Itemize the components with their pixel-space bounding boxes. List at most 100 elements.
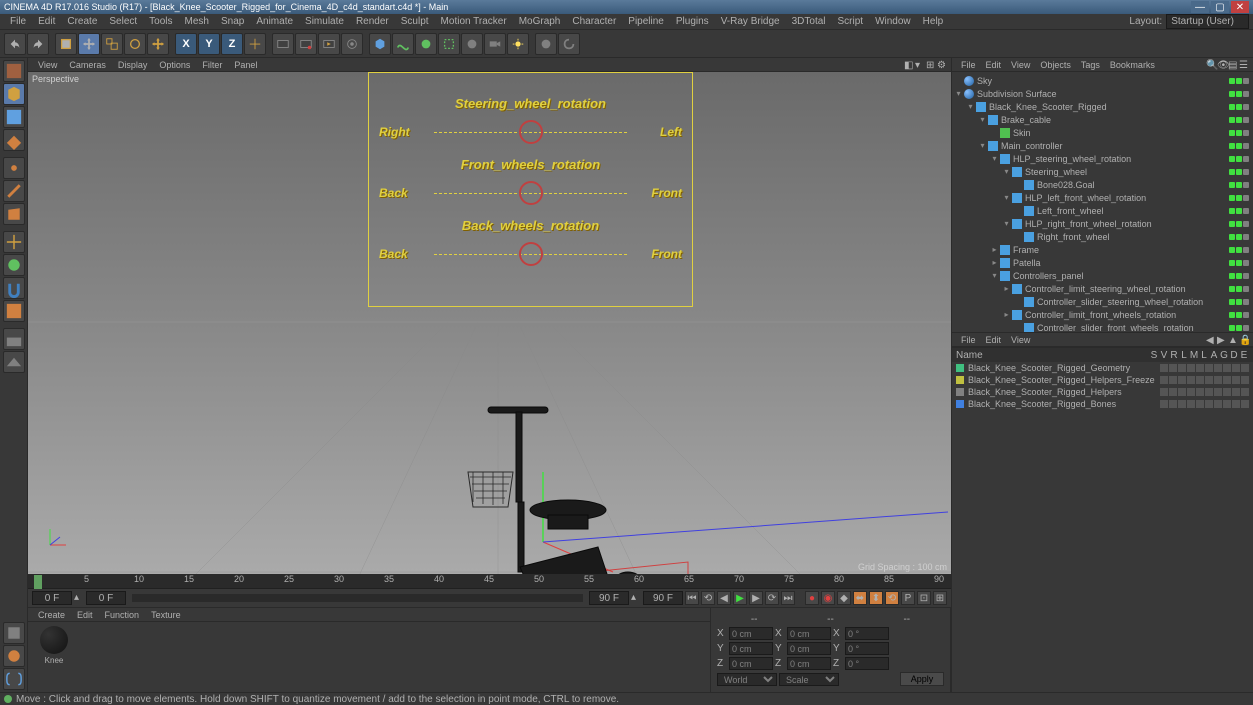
steering-slider[interactable]: Right Left <box>379 115 682 149</box>
layer-flag[interactable] <box>1160 400 1168 408</box>
workplane-button[interactable] <box>3 300 25 322</box>
expand-toggle[interactable] <box>990 128 999 137</box>
layer-flag[interactable] <box>1205 400 1213 408</box>
layer-flag[interactable] <box>1169 364 1177 372</box>
expand-toggle[interactable]: ▾ <box>978 141 987 150</box>
add-cube-button[interactable] <box>369 33 391 55</box>
coord-ry[interactable] <box>845 642 889 655</box>
attr-up-icon[interactable]: ▲ <box>1228 335 1238 345</box>
menu-snap[interactable]: Snap <box>215 15 250 28</box>
menu-character[interactable]: Character <box>566 15 622 28</box>
extra-tool-1[interactable] <box>535 33 557 55</box>
add-deformer-button[interactable] <box>438 33 460 55</box>
time-ruler[interactable]: 051015202530354045505560657075808590 <box>28 575 951 589</box>
mat-menu-edit[interactable]: Edit <box>71 610 99 620</box>
attr-lock-icon[interactable]: 🔒 <box>1239 335 1249 345</box>
controllers-panel-overlay[interactable]: Steering_wheel_rotation Right Left Front… <box>368 72 693 307</box>
layer-flag[interactable] <box>1214 388 1222 396</box>
coord-apply-button[interactable]: Apply <box>900 672 944 686</box>
extra-tool-2[interactable] <box>558 33 580 55</box>
expand-toggle[interactable]: ▾ <box>954 89 963 98</box>
time-start-spinner[interactable]: ▴ <box>74 592 84 604</box>
key-param-button[interactable]: P <box>901 591 915 605</box>
expand-toggle[interactable]: ▸ <box>1002 284 1011 293</box>
hierarchy-tags[interactable] <box>1229 91 1251 97</box>
coord-rx[interactable] <box>845 627 889 640</box>
attr-fwd-icon[interactable]: ▶ <box>1217 335 1227 345</box>
menu-select[interactable]: Select <box>103 15 143 28</box>
expand-toggle[interactable]: ▾ <box>1002 167 1011 176</box>
hierarchy-row[interactable]: ▾ Steering_wheel <box>954 165 1251 178</box>
om-menu-objects[interactable]: Objects <box>1035 60 1076 70</box>
add-camera-button[interactable] <box>484 33 506 55</box>
play-button[interactable]: ▶ <box>733 591 747 605</box>
record-button[interactable]: ● <box>805 591 819 605</box>
layer-flag[interactable] <box>1178 388 1186 396</box>
hierarchy-row[interactable]: ▾ HLP_right_front_wheel_rotation <box>954 217 1251 230</box>
goto-end-button[interactable]: ⏭ <box>781 591 795 605</box>
backwheels-slider[interactable]: Back Front <box>379 237 682 271</box>
layer-flag[interactable] <box>1178 376 1186 384</box>
hierarchy-tags[interactable] <box>1229 117 1251 123</box>
add-spline-button[interactable] <box>392 33 414 55</box>
layer-flag[interactable] <box>1223 388 1231 396</box>
expand-toggle[interactable]: ▸ <box>990 245 999 254</box>
menu-create[interactable]: Create <box>61 15 103 28</box>
hierarchy-row[interactable]: ▾ Main_controller <box>954 139 1251 152</box>
om-menu-view[interactable]: View <box>1006 60 1035 70</box>
frontwheels-slider[interactable]: Back Front <box>379 176 682 210</box>
om-filter-icon[interactable]: ▤ <box>1228 60 1238 70</box>
minimize-button[interactable]: — <box>1191 1 1209 13</box>
layer-flag[interactable] <box>1160 364 1168 372</box>
layer-flag[interactable] <box>1169 400 1177 408</box>
hierarchy-tags[interactable] <box>1229 299 1251 305</box>
coord-py[interactable] <box>729 642 773 655</box>
tweak-button[interactable] <box>3 645 25 667</box>
vp-icon-2[interactable]: ▾ <box>915 60 925 70</box>
expand-toggle[interactable]: ▾ <box>978 115 987 124</box>
layer-flag[interactable] <box>1169 376 1177 384</box>
hierarchy-tags[interactable] <box>1229 143 1251 149</box>
vp-icon-1[interactable]: ◧ <box>904 60 914 70</box>
layer-flag[interactable] <box>1223 376 1231 384</box>
hierarchy-tags[interactable] <box>1229 169 1251 175</box>
layer-flag[interactable] <box>1214 376 1222 384</box>
key-rot-button[interactable]: ⟲ <box>885 591 899 605</box>
mat-menu-function[interactable]: Function <box>99 610 146 620</box>
om-menu-edit[interactable]: Edit <box>981 60 1007 70</box>
coord-pz[interactable] <box>729 657 773 670</box>
viewport-solo-button[interactable] <box>3 254 25 276</box>
material-slot[interactable]: Knee <box>32 626 76 665</box>
hierarchy-row[interactable]: ▸ Frame <box>954 243 1251 256</box>
close-button[interactable]: ✕ <box>1231 1 1249 13</box>
coord-scale-dropdown[interactable]: Scale <box>779 673 839 686</box>
layer-flag[interactable] <box>1205 364 1213 372</box>
add-light-button[interactable] <box>507 33 529 55</box>
expand-toggle[interactable] <box>1014 232 1023 241</box>
menu-v-ray-bridge[interactable]: V-Ray Bridge <box>715 15 786 28</box>
axis-y-toggle[interactable]: Y <box>198 33 220 55</box>
layer-flag[interactable] <box>1241 388 1249 396</box>
layer-flag[interactable] <box>1241 364 1249 372</box>
attr-menu-file[interactable]: File <box>956 335 981 345</box>
layer-flag[interactable] <box>1187 400 1195 408</box>
layer-flag[interactable] <box>1214 364 1222 372</box>
axis-x-toggle[interactable]: X <box>175 33 197 55</box>
vp-icon-4[interactable]: ⚙ <box>937 60 947 70</box>
hierarchy-row[interactable]: ▾ Brake_cable <box>954 113 1251 126</box>
key-all-button[interactable]: ⊞ <box>933 591 947 605</box>
timeline-slider[interactable] <box>132 594 583 602</box>
workplane-mode-button[interactable] <box>3 129 25 151</box>
layer-flag[interactable] <box>1196 364 1204 372</box>
add-environment-button[interactable] <box>461 33 483 55</box>
hierarchy-row[interactable]: Controller_slider_steering_wheel_rotatio… <box>954 295 1251 308</box>
time-current-field[interactable] <box>86 591 126 605</box>
enable-snap-button[interactable] <box>3 277 25 299</box>
scale-tool[interactable] <box>101 33 123 55</box>
layer-row[interactable]: Black_Knee_Scooter_Rigged_Helpers <box>952 386 1253 398</box>
expand-toggle[interactable]: ▸ <box>990 258 999 267</box>
frontwheels-handle[interactable] <box>519 181 543 205</box>
menu-motion-tracker[interactable]: Motion Tracker <box>435 15 513 28</box>
layer-flag[interactable] <box>1196 376 1204 384</box>
hierarchy-row[interactable]: Sky <box>954 74 1251 87</box>
